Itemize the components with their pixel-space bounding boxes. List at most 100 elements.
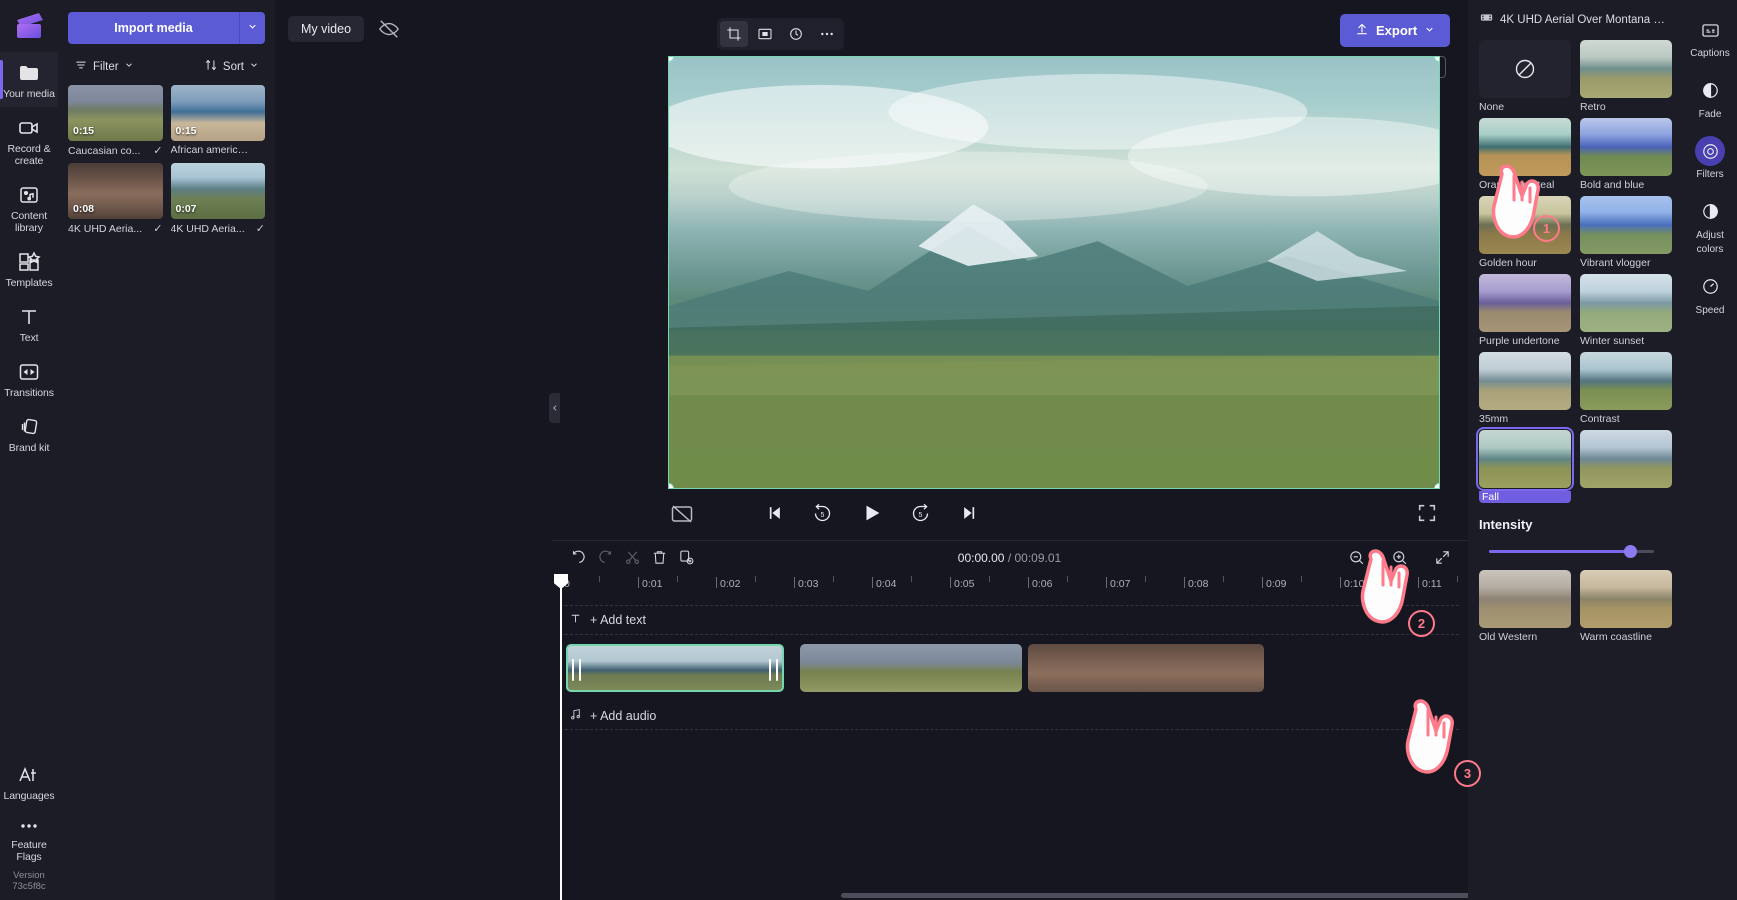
filter-option-old-western[interactable]: Old Western [1479,570,1571,646]
sidebar-item-content-library[interactable]: Content library [0,174,58,241]
sidebar-item-languages[interactable]: Languages [0,754,58,809]
filter-thumbnail [1580,274,1672,332]
captions-off-icon[interactable] [670,502,694,524]
timeline-ruler[interactable]: 0 0:01 0:02 0:03 0:04 0:05 0:06 0:07 0:0… [560,574,1536,596]
tool-adjust-colors[interactable]: Adjust colors [1683,188,1737,263]
fullscreen-icon[interactable] [1416,502,1438,524]
skip-next-icon[interactable] [957,500,983,526]
filter-label: Purple undertone [1479,335,1560,347]
crop-icon[interactable] [720,21,748,47]
sidebar-item-templates[interactable]: Templates [0,241,58,296]
forward-5-icon[interactable]: 5 [908,500,934,526]
filters-panel: 4K UHD Aerial Over Montana Pl... None Re… [1468,0,1683,900]
rewind-5-icon[interactable]: 5 [810,500,836,526]
media-duration: 0:15 [175,125,197,137]
export-button[interactable]: Export [1340,14,1451,47]
filter-option-fall[interactable]: Fall [1476,427,1574,506]
zoom-in-icon[interactable] [1386,544,1413,571]
tool-filters[interactable]: Filters [1683,127,1737,188]
export-label: Export [1376,23,1418,38]
duplicate-icon[interactable] [673,544,700,571]
video-preview[interactable] [668,56,1440,489]
video-preview-wrapper [668,56,1440,489]
filter-option-purple-undertone[interactable]: Purple undertone [1479,274,1571,350]
tool-speed[interactable]: Speed [1683,263,1737,324]
tool-fade[interactable]: Fade [1683,67,1737,128]
media-item[interactable]: 0:07 4K UHD Aeria... ✓ [170,163,266,236]
clipchamp-logo[interactable] [0,0,58,52]
filter-button[interactable]: Filter [74,58,134,75]
media-item[interactable]: 0:15 Caucasian co... ✓ [68,85,163,157]
clip-trim-handle-right[interactable] [769,659,778,681]
timeline-clip[interactable] [800,644,1022,692]
filter-label [1580,491,1672,503]
templates-icon [17,250,41,274]
sidebar-item-label: Templates [5,277,53,289]
filter-label: Old Western [1479,631,1538,643]
filter-option-contrast[interactable]: Contrast [1580,352,1672,428]
current-time: 00:00.00 [957,550,1005,565]
filter-option-vibrant-vlogger[interactable]: Vibrant vlogger [1580,196,1672,272]
resize-handle-bottom-right[interactable] [1434,483,1439,488]
sidebar-item-brand-kit[interactable]: Brand kit [0,406,58,461]
intensity-slider[interactable] [1479,544,1672,560]
filter-option-winter-sunset[interactable]: Winter sunset [1580,274,1672,350]
sort-label: Sort [222,60,244,73]
media-panel: Import media Filter Sort 0:15 Caucasian … [58,0,275,900]
filters-grid-lower: Old Western Warm coastline [1479,570,1672,646]
timeline-toolbar: 00:00.00 / 00:09.01 [551,540,1468,574]
timeline-horizontal-scrollbar[interactable] [841,893,1511,898]
preview-stage: My video 16:9 [275,0,1557,596]
filter-option-unnamed[interactable] [1580,430,1672,506]
redo-icon[interactable] [592,544,619,571]
text-icon [17,305,41,329]
playhead[interactable] [554,574,568,900]
media-name-row: 4K UHD Aeria... ✓ [171,222,266,236]
filter-option-none[interactable]: None [1479,40,1571,116]
more-options-icon[interactable] [813,21,841,47]
filter-option-bold-and-blue[interactable]: Bold and blue [1580,118,1672,194]
add-text-track[interactable]: + Add text [560,605,1459,635]
my-video-tab[interactable]: My video [288,16,365,42]
filter-option-retro[interactable]: Retro [1580,40,1672,116]
rotate-icon[interactable] [782,21,810,47]
skip-previous-icon[interactable] [761,500,787,526]
undo-icon[interactable] [565,544,592,571]
sidebar-item-text[interactable]: Text [0,296,58,351]
split-scissors-icon[interactable] [619,544,646,571]
play-icon[interactable] [859,500,885,526]
clip-trim-handle-left[interactable] [572,659,581,681]
filter-option-35mm[interactable]: 35mm [1479,352,1571,428]
sidebar-item-your-media[interactable]: Your media [0,52,58,107]
fit-timeline-icon[interactable] [1429,544,1456,571]
media-item[interactable]: 0:15 African american... [170,85,265,157]
filter-option-warm-coastline[interactable]: Warm coastline [1580,570,1672,646]
import-media-dropdown-button[interactable] [239,12,265,44]
slider-knob[interactable] [1624,545,1637,558]
delete-trash-icon[interactable] [646,544,673,571]
media-item[interactable]: 0:08 4K UHD Aeria... ✓ [68,163,163,235]
sidebar-item-transitions[interactable]: Transitions [0,351,58,406]
timeline-clip[interactable] [566,644,784,692]
sort-button[interactable]: Sort [204,58,259,75]
zoom-out-icon[interactable] [1343,544,1370,571]
annotation-badge-3: 3 [1454,760,1481,787]
tool-label: Speed [1695,304,1725,316]
tool-captions[interactable]: Captions [1683,6,1737,67]
add-audio-track[interactable]: + Add audio [560,702,1459,730]
eye-off-icon[interactable] [378,18,400,40]
sidebar-item-record-create[interactable]: Record & create [0,107,58,174]
collapse-left-pane-button[interactable] [549,393,560,423]
sidebar-item-feature-flags[interactable]: Feature Flags [0,809,58,870]
filter-option-orange-and-teal[interactable]: Orange and teal [1479,118,1571,194]
music-note-icon [569,708,582,724]
import-media-button[interactable]: Import media [68,12,239,44]
sidebar-item-label: Record & create [7,143,51,167]
filter-lines-icon [74,58,88,75]
intensity-label: Intensity [1479,517,1533,532]
filter-label: None [1479,101,1505,113]
total-time: / 00:09.01 [1007,550,1062,565]
fit-frame-icon[interactable] [751,21,779,47]
media-name: Caucasian co... [68,144,141,157]
timeline-clip[interactable] [1028,644,1264,692]
